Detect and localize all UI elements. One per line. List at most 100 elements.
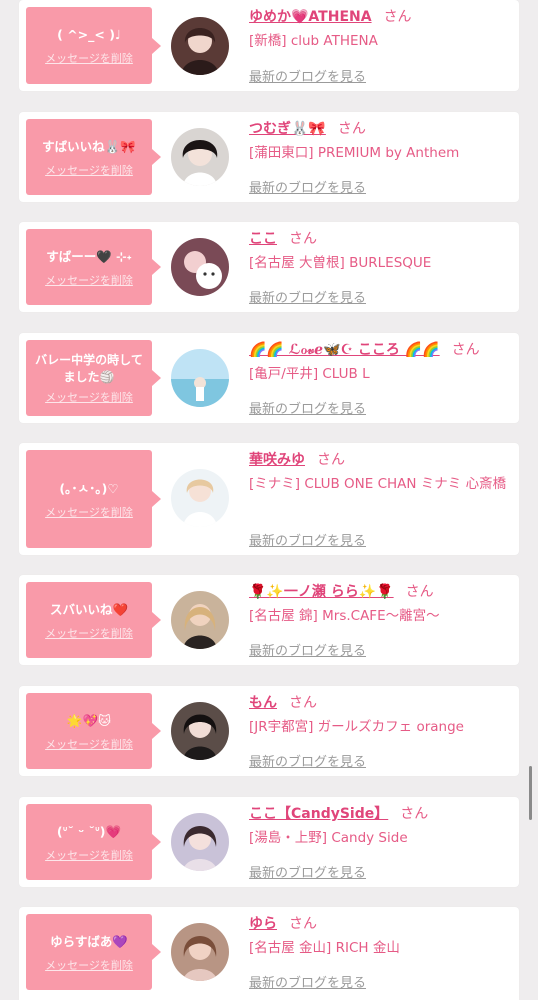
- list-item: 🌟💖🐱 メッセージを削除 もん さん [JR宇都宮] ガールズカフェ orange…: [19, 686, 519, 776]
- latest-blog-link[interactable]: 最新のブログを見る: [249, 972, 366, 991]
- delete-message-link[interactable]: メッセージを削除: [45, 162, 133, 178]
- delete-message-link[interactable]: メッセージを削除: [45, 847, 133, 863]
- scrollbar-thumb[interactable]: [529, 766, 532, 820]
- message-text: バレー中学の時してました🏐: [35, 352, 143, 384]
- message-bubble: (ᐡ˘ ᵕ ˘ᐡ)💗 メッセージを削除: [26, 804, 161, 880]
- shop-name: [ミナミ] CLUB ONE CHAN ミナミ 心斎橋: [249, 476, 507, 492]
- host-name-link[interactable]: 🌹✨一ノ瀬 らら✨🌹: [249, 584, 394, 600]
- latest-blog-link[interactable]: 最新のブログを見る: [249, 66, 366, 85]
- delete-message-link[interactable]: メッセージを削除: [45, 957, 133, 973]
- message-bubble: スバいいね❤️ メッセージを削除: [26, 582, 161, 658]
- delete-message-link[interactable]: メッセージを削除: [45, 272, 133, 288]
- name-line: もん さん: [249, 692, 509, 714]
- host-name-link[interactable]: もん: [249, 695, 277, 711]
- avatar[interactable]: [171, 128, 229, 186]
- honorific: さん: [337, 121, 366, 137]
- message-text: ゆらすばあ💜: [50, 933, 128, 949]
- avatar-photo: [171, 813, 229, 871]
- message-text: ( ^>_< )♩: [57, 27, 121, 42]
- message-text: (｡･ㅅ･｡)♡: [59, 480, 119, 496]
- avatar[interactable]: [171, 238, 229, 296]
- name-line: 🌈🌈 ℒℴ𝓋ℯ🦋☪︎ こころ 🌈🌈 さん: [249, 339, 509, 361]
- message-bubble: ( ^>_< )♩ メッセージを削除: [26, 7, 161, 84]
- shop-name: [湯島・上野] Candy Side: [249, 830, 408, 846]
- shop-name: [JR宇都宮] ガールズカフェ orange: [249, 719, 464, 735]
- latest-blog-link[interactable]: 最新のブログを見る: [249, 530, 366, 549]
- list-item: すばいいね🐰🎀 メッセージを削除 つむぎ🐰🎀 さん [蒲田東口] PREMIUM …: [19, 112, 519, 202]
- name-line: 華咲みゆ さん: [249, 449, 509, 471]
- shop-name: [新橋] club ATHENA: [249, 33, 378, 49]
- latest-blog-link[interactable]: 最新のブログを見る: [249, 751, 366, 770]
- message-bubble: すばーー🖤 ⊹˖ メッセージを削除: [26, 229, 161, 305]
- list-item: バレー中学の時してました🏐 メッセージを削除 🌈🌈 ℒℴ𝓋ℯ🦋☪︎ こころ 🌈🌈…: [19, 333, 519, 423]
- shop-name: [名古屋 錦] Mrs.CAFE〜離宮〜: [249, 608, 440, 624]
- message-text: スバいいね❤️: [49, 601, 129, 617]
- host-info: もん さん [JR宇都宮] ガールズカフェ orange: [249, 692, 509, 738]
- message-bubble: バレー中学の時してました🏐 メッセージを削除: [26, 340, 161, 416]
- list-item: (｡･ㅅ･｡)♡ メッセージを削除 華咲みゆ さん [ミナミ] CLUB ONE …: [19, 443, 519, 555]
- avatar[interactable]: [171, 17, 229, 75]
- avatar[interactable]: [171, 469, 229, 527]
- shop-name: [亀戸/平井] CLUB L: [249, 366, 370, 382]
- list-item: ゆらすばあ💜 メッセージを削除 ゆら さん [名古屋 金山] RICH 金山 最新…: [19, 907, 519, 1000]
- avatar-photo: [171, 349, 229, 407]
- avatar-photo: [171, 128, 229, 186]
- avatar[interactable]: [171, 813, 229, 871]
- avatar[interactable]: [171, 923, 229, 981]
- avatar-photo: [171, 238, 229, 296]
- delete-message-link[interactable]: メッセージを削除: [45, 389, 133, 405]
- list-item: ( ^>_< )♩ メッセージを削除 ゆめか💗ATHENA さん [新橋] clu…: [19, 0, 519, 91]
- host-info: ここ【CandySide】 さん [湯島・上野] Candy Side: [249, 803, 509, 849]
- host-name-link[interactable]: ゆめか💗ATHENA: [249, 9, 372, 25]
- message-text: すばいいね🐰🎀: [42, 138, 136, 154]
- honorific: さん: [317, 452, 345, 468]
- message-bubble: すばいいね🐰🎀 メッセージを削除: [26, 119, 161, 195]
- host-info: 🌈🌈 ℒℴ𝓋ℯ🦋☪︎ こころ 🌈🌈 さん [亀戸/平井] CLUB L: [249, 339, 509, 385]
- latest-blog-link[interactable]: 最新のブログを見る: [249, 287, 366, 306]
- message-text: (ᐡ˘ ᵕ ˘ᐡ)💗: [56, 823, 122, 839]
- shop-name: [名古屋 金山] RICH 金山: [249, 940, 400, 956]
- avatar-photo: [171, 702, 229, 760]
- name-line: つむぎ🐰🎀 さん: [249, 118, 509, 140]
- avatar-photo: [171, 469, 229, 527]
- name-line: ゆら さん: [249, 913, 509, 935]
- latest-blog-link[interactable]: 最新のブログを見る: [249, 862, 366, 881]
- host-name-link[interactable]: 🌈🌈 ℒℴ𝓋ℯ🦋☪︎ こころ 🌈🌈: [249, 342, 440, 358]
- delete-message-link[interactable]: メッセージを削除: [45, 504, 133, 520]
- honorific: さん: [289, 695, 317, 711]
- delete-message-link[interactable]: メッセージを削除: [45, 50, 133, 66]
- honorific: さん: [289, 916, 317, 932]
- message-list: ( ^>_< )♩ メッセージを削除 ゆめか💗ATHENA さん [新橋] clu…: [0, 0, 538, 1000]
- shop-name: [蒲田東口] PREMIUM by Anthem: [249, 145, 460, 161]
- latest-blog-link[interactable]: 最新のブログを見る: [249, 398, 366, 417]
- name-line: ゆめか💗ATHENA さん: [249, 6, 509, 28]
- host-info: 🌹✨一ノ瀬 らら✨🌹 さん [名古屋 錦] Mrs.CAFE〜離宮〜: [249, 581, 509, 627]
- host-name-link[interactable]: 華咲みゆ: [249, 452, 305, 468]
- name-line: ここ さん: [249, 228, 509, 250]
- list-item: (ᐡ˘ ᵕ ˘ᐡ)💗 メッセージを削除 ここ【CandySide】 さん [湯島・…: [19, 797, 519, 887]
- list-item: すばーー🖤 ⊹˖ メッセージを削除 ここ さん [名古屋 大曽根] BURLESQ…: [19, 222, 519, 312]
- host-info: ゆら さん [名古屋 金山] RICH 金山: [249, 913, 509, 959]
- shop-name: [名古屋 大曽根] BURLESQUE: [249, 255, 432, 271]
- delete-message-link[interactable]: メッセージを削除: [45, 625, 133, 641]
- honorific: さん: [405, 584, 434, 600]
- latest-blog-link[interactable]: 最新のブログを見る: [249, 640, 366, 659]
- host-name-link[interactable]: つむぎ🐰🎀: [249, 121, 326, 137]
- host-name-link[interactable]: ここ: [249, 231, 277, 247]
- avatar[interactable]: [171, 591, 229, 649]
- avatar[interactable]: [171, 349, 229, 407]
- host-info: つむぎ🐰🎀 さん [蒲田東口] PREMIUM by Anthem: [249, 118, 509, 164]
- name-line: ここ【CandySide】 さん: [249, 803, 509, 825]
- host-name-link[interactable]: ここ【CandySide】: [249, 806, 388, 822]
- message-text: 🌟💖🐱: [66, 712, 112, 728]
- avatar-photo: [171, 591, 229, 649]
- host-info: 華咲みゆ さん [ミナミ] CLUB ONE CHAN ミナミ 心斎橋: [249, 449, 509, 495]
- latest-blog-link[interactable]: 最新のブログを見る: [249, 177, 366, 196]
- list-item: スバいいね❤️ メッセージを削除 🌹✨一ノ瀬 らら✨🌹 さん [名古屋 錦] Mr…: [19, 575, 519, 665]
- delete-message-link[interactable]: メッセージを削除: [45, 736, 133, 752]
- host-info: ゆめか💗ATHENA さん [新橋] club ATHENA: [249, 6, 509, 52]
- avatar[interactable]: [171, 702, 229, 760]
- message-bubble: ゆらすばあ💜 メッセージを削除: [26, 914, 161, 990]
- honorific: さん: [451, 342, 480, 358]
- host-name-link[interactable]: ゆら: [249, 916, 277, 932]
